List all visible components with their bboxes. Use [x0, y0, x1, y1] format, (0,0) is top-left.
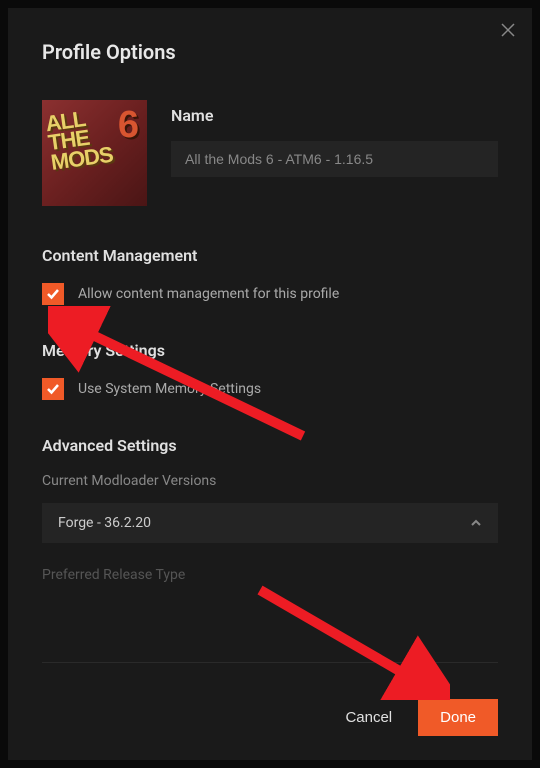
scroll-area: ALL THE MODS 6 Name Content Management A… — [42, 100, 498, 650]
modal-footer: Cancel Done — [42, 691, 498, 736]
modloader-selected-value: Forge - 36.2.20 — [58, 515, 151, 531]
modloader-versions-label: Current Modloader Versions — [42, 473, 498, 489]
profile-options-modal: Profile Options ALL THE MODS 6 Name Cont… — [8, 8, 532, 760]
memory-settings-title: Memory Settings — [42, 341, 498, 360]
page-title: Profile Options — [42, 40, 498, 64]
checkmark-icon — [46, 288, 60, 300]
checkmark-icon — [46, 383, 60, 395]
cancel-button[interactable]: Cancel — [327, 699, 410, 736]
release-type-label: Preferred Release Type — [42, 567, 498, 583]
advanced-settings-title: Advanced Settings — [42, 436, 498, 455]
done-button[interactable]: Done — [418, 699, 498, 736]
modloader-version-dropdown[interactable]: Forge - 36.2.20 — [42, 503, 498, 543]
footer-divider — [42, 662, 498, 663]
name-label: Name — [171, 106, 498, 125]
allow-content-management-checkbox[interactable] — [42, 283, 64, 305]
close-button[interactable] — [498, 20, 518, 40]
close-icon — [501, 23, 515, 37]
allow-content-management-label: Allow content management for this profil… — [78, 286, 339, 302]
use-system-memory-label: Use System Memory Settings — [78, 381, 261, 397]
profile-pack-icon: ALL THE MODS 6 — [42, 100, 147, 206]
chevron-up-icon — [470, 515, 482, 531]
use-system-memory-checkbox[interactable] — [42, 378, 64, 400]
name-section: Name — [171, 100, 498, 177]
profile-header: ALL THE MODS 6 Name — [42, 100, 498, 206]
pack-icon-text: ALL THE MODS — [44, 106, 113, 172]
content-management-title: Content Management — [42, 246, 498, 265]
pack-icon-badge: 6 — [118, 104, 139, 147]
profile-name-input[interactable] — [171, 141, 498, 177]
memory-settings-row: Use System Memory Settings — [42, 378, 498, 400]
content-management-row: Allow content management for this profil… — [42, 283, 498, 305]
